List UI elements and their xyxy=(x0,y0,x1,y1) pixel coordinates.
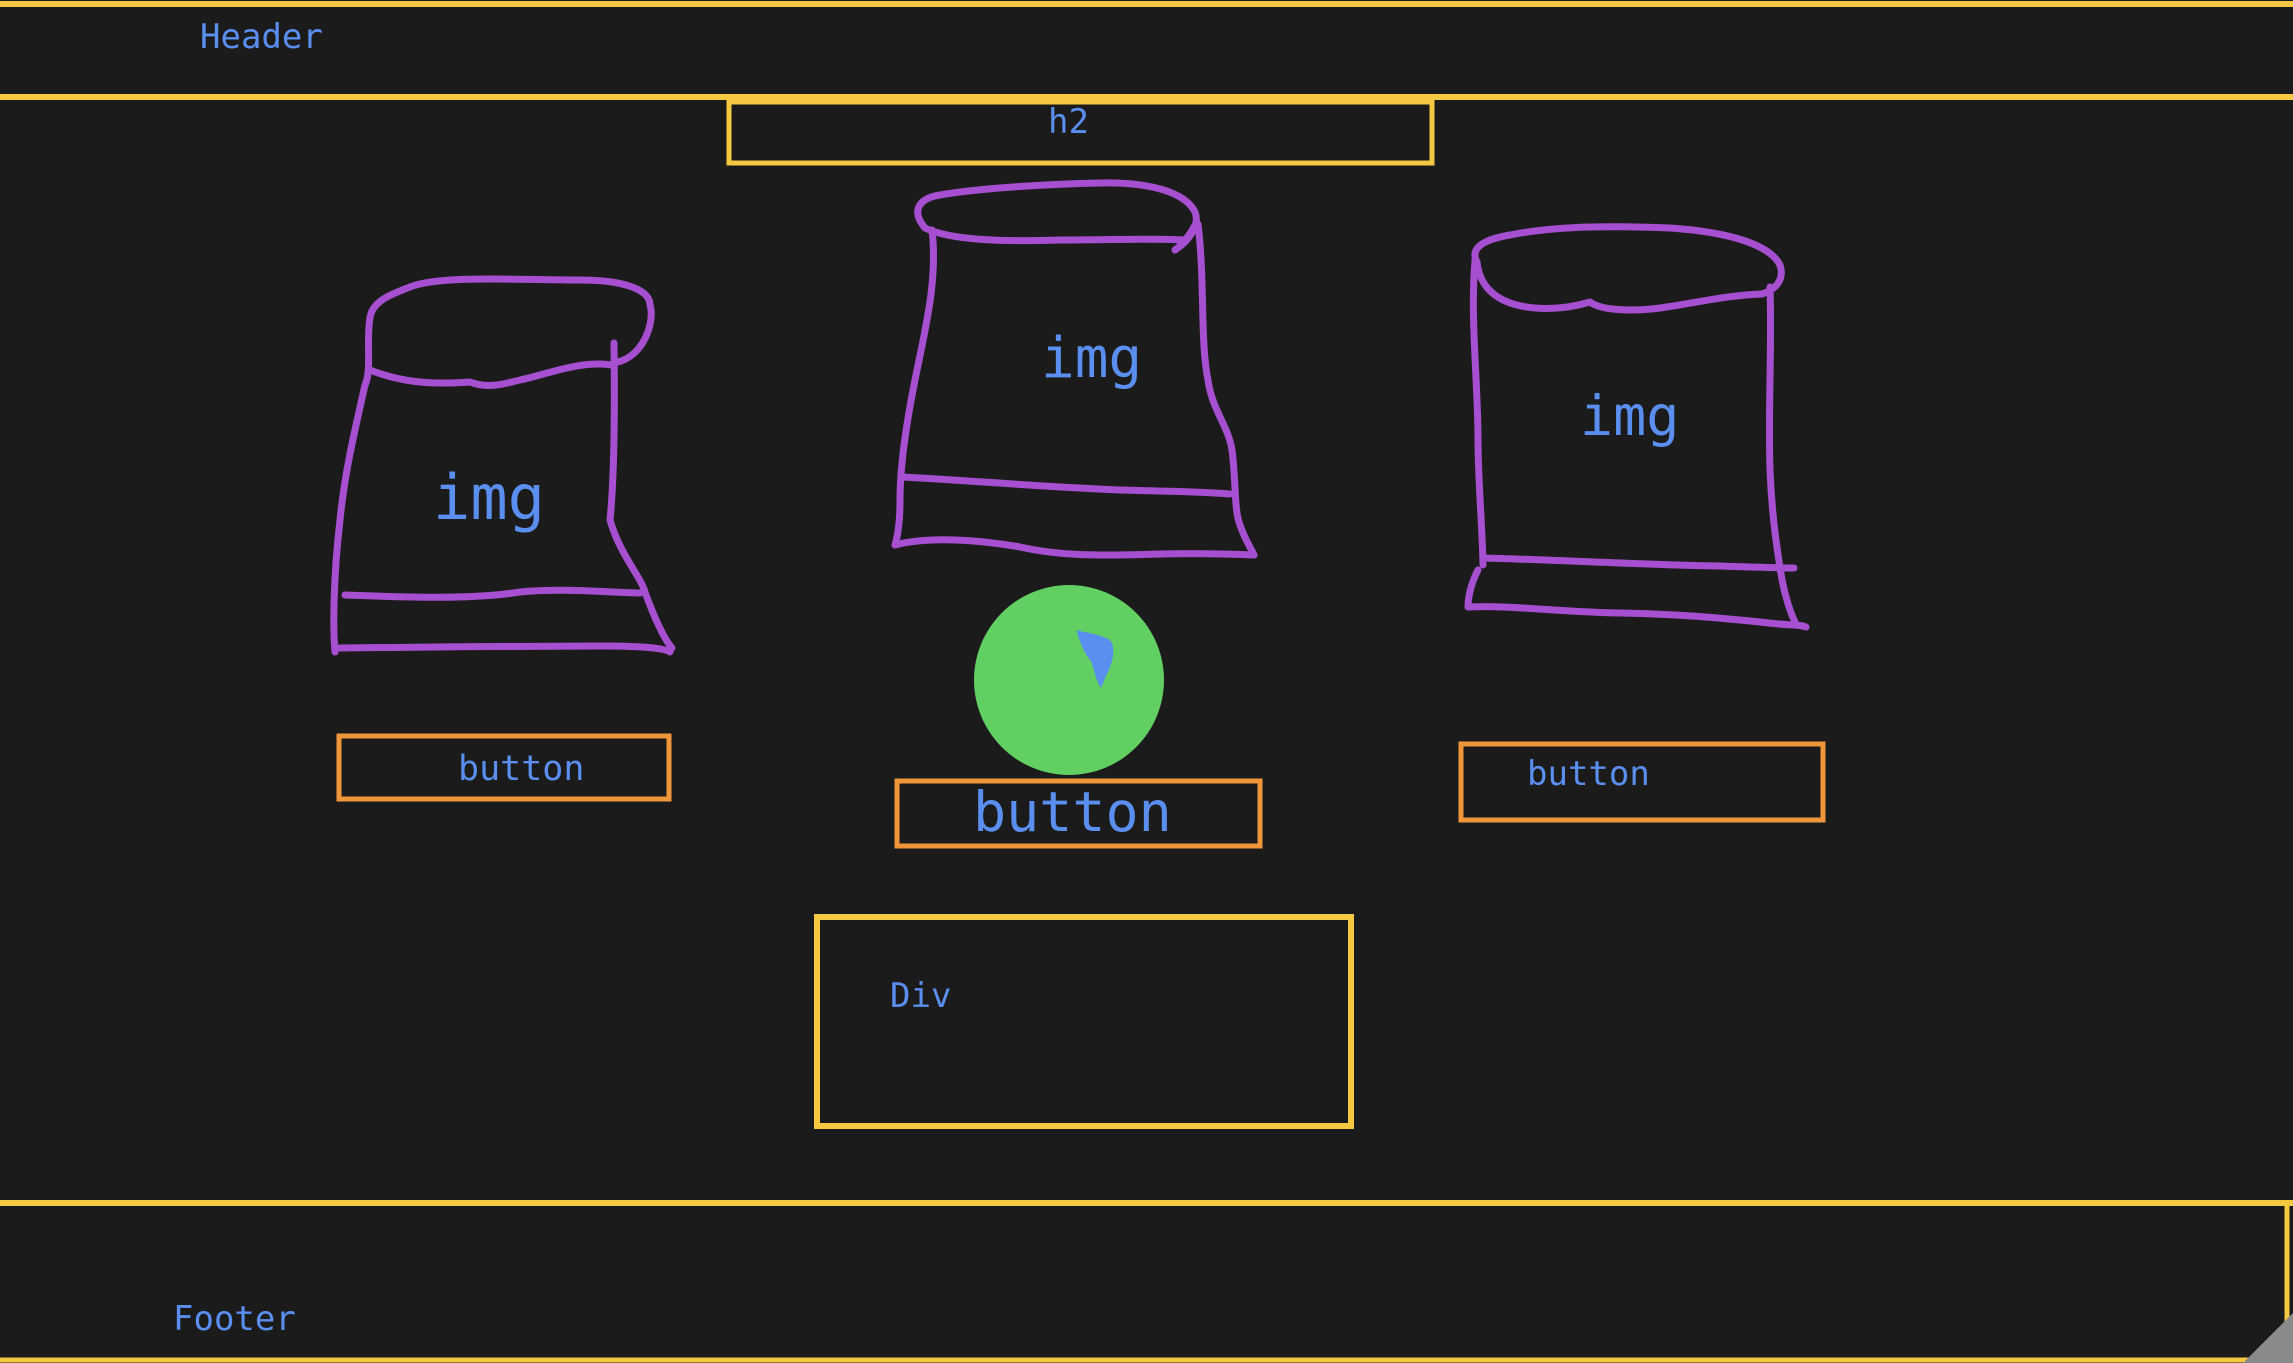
div-label: Div xyxy=(890,976,952,1016)
cursor-highlight xyxy=(974,585,1164,775)
image-label-left: img xyxy=(433,461,545,534)
button-right[interactable]: button xyxy=(1527,757,1650,791)
wireframe-strokes xyxy=(0,1,2293,1363)
button-center[interactable]: button xyxy=(973,785,1172,840)
div-box xyxy=(814,914,1354,1129)
header-region xyxy=(0,1,2293,100)
button-left[interactable]: button xyxy=(458,752,584,787)
footer-region xyxy=(0,1200,2293,1363)
image-label-center: img xyxy=(1041,326,1143,391)
wireframe-canvas: Header h2 img img img button button butt… xyxy=(0,0,2293,1363)
header-label: Header xyxy=(200,17,323,57)
resize-grip-icon xyxy=(2243,1313,2293,1363)
footer-label: Footer xyxy=(173,1299,296,1339)
h2-label: h2 xyxy=(1048,102,1089,142)
image-label-right: img xyxy=(1580,384,1680,448)
